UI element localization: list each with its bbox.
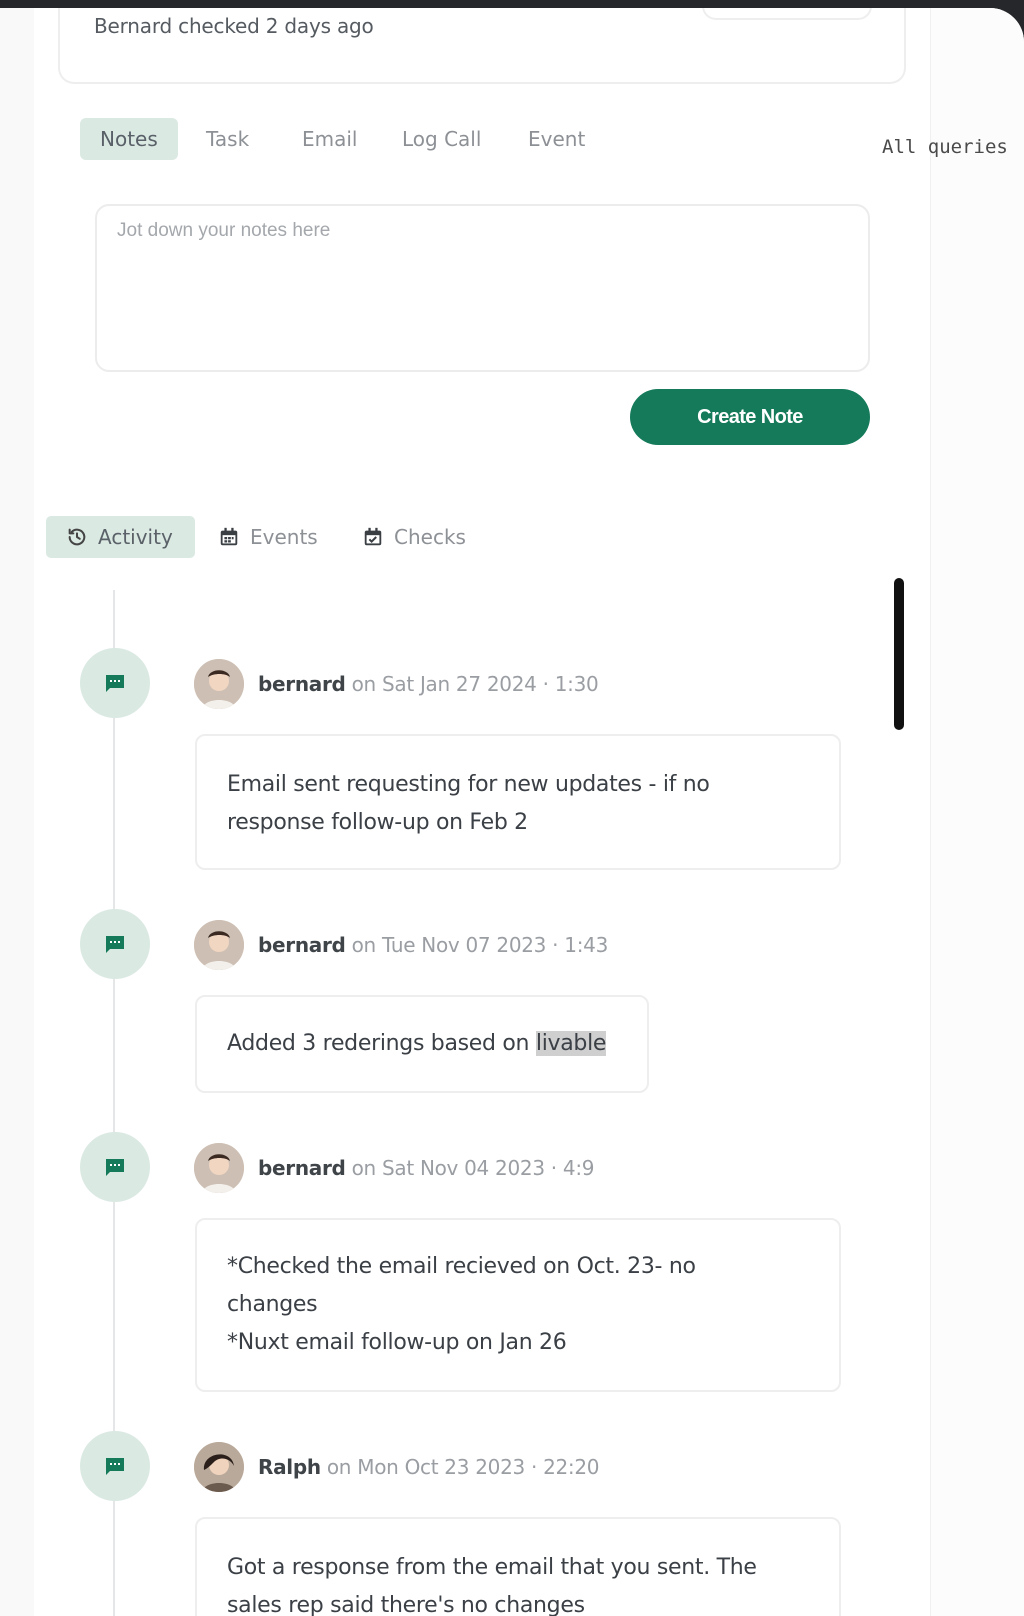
tab-notes[interactable]: Notes: [80, 118, 178, 160]
entry-meta: Ralph on Mon Oct 23 2023 · 22:20: [258, 1455, 600, 1479]
tab-checks[interactable]: Checks: [362, 516, 466, 558]
avatar: [194, 659, 244, 709]
avatar: [194, 1442, 244, 1492]
tab-events-label: Events: [250, 525, 318, 549]
tab-activity[interactable]: Activity: [46, 516, 195, 558]
message-icon: [106, 1159, 124, 1176]
calendar-check-icon: [364, 527, 382, 546]
entry-text-line: Got a response from the email that you s…: [227, 1555, 757, 1580]
entry-meta: bernard on Tue Nov 07 2023 · 1:43: [258, 933, 608, 957]
entry-meta: bernard on Sat Nov 04 2023 · 4:9: [258, 1156, 595, 1180]
entry-type-badge: [80, 909, 150, 979]
entry-text-line: *Checked the email recieved on Oct. 23- …: [227, 1254, 696, 1279]
tab-task[interactable]: Task: [206, 118, 249, 160]
entry-text: Added 3 rederings based on: [227, 1031, 536, 1056]
entry-text-line: Email sent requesting for new updates - …: [227, 772, 710, 797]
entry-text-line: changes: [227, 1292, 318, 1317]
last-checked-text: Bernard checked 2 days ago: [94, 14, 374, 38]
tab-checks-label: Checks: [394, 525, 466, 549]
avatar: [194, 1143, 244, 1193]
highlighted-text: livable: [535, 1031, 607, 1056]
entry-author[interactable]: bernard: [258, 672, 346, 696]
message-icon: [106, 1458, 124, 1475]
tab-email[interactable]: Email: [302, 118, 358, 160]
entry-timestamp: on Tue Nov 07 2023 · 1:43: [351, 933, 609, 957]
feed-scrollbar[interactable]: [894, 578, 904, 730]
entry-timestamp: on Sat Jan 27 2024 · 1:30: [351, 672, 599, 696]
record-activity-page: All queries Bernard checked 2 days ago N…: [0, 8, 1024, 1616]
status-action-pill[interactable]: [702, 8, 872, 20]
tab-event[interactable]: Event: [528, 118, 585, 160]
entry-text-line: Added 3 rederings based on livable: [227, 1025, 617, 1063]
history-icon: [68, 528, 86, 546]
entry-author[interactable]: bernard: [258, 933, 346, 957]
notes-input[interactable]: [95, 204, 870, 372]
entry-type-badge: [80, 1132, 150, 1202]
entry-author[interactable]: Ralph: [258, 1455, 321, 1479]
calendar-icon: [220, 527, 238, 546]
tab-events[interactable]: Events: [218, 516, 318, 558]
entry-note-bubble: Added 3 rederings based on livable: [195, 995, 649, 1093]
entry-note-bubble: *Checked the email recieved on Oct. 23- …: [195, 1218, 841, 1392]
message-icon: [106, 675, 124, 692]
entry-text-line: response follow-up on Feb 2: [227, 810, 528, 835]
right-panel: [930, 8, 1024, 1616]
entry-note-bubble: Got a response from the email that you s…: [195, 1517, 841, 1616]
entry-type-badge: [80, 648, 150, 718]
queries-label[interactable]: All queries: [882, 136, 1008, 158]
entry-timestamp: on Sat Nov 04 2023 · 4:9: [351, 1156, 595, 1180]
message-icon: [106, 936, 124, 953]
entry-note-bubble: Email sent requesting for new updates - …: [195, 734, 841, 870]
entry-meta: bernard on Sat Jan 27 2024 · 1:30: [258, 672, 599, 696]
avatar: [194, 920, 244, 970]
tab-activity-label: Activity: [98, 525, 173, 549]
left-gutter: [0, 8, 34, 1616]
entry-author[interactable]: bernard: [258, 1156, 346, 1180]
create-note-button[interactable]: Create Note: [630, 389, 870, 445]
entry-text-line: *Nuxt email follow-up on Jan 26: [227, 1330, 567, 1355]
tab-log-call[interactable]: Log Call: [402, 118, 481, 160]
entry-text-line: sales rep said there's no changes: [227, 1593, 585, 1616]
entry-type-badge: [80, 1431, 150, 1501]
entry-timestamp: on Mon Oct 23 2023 · 22:20: [326, 1455, 600, 1479]
